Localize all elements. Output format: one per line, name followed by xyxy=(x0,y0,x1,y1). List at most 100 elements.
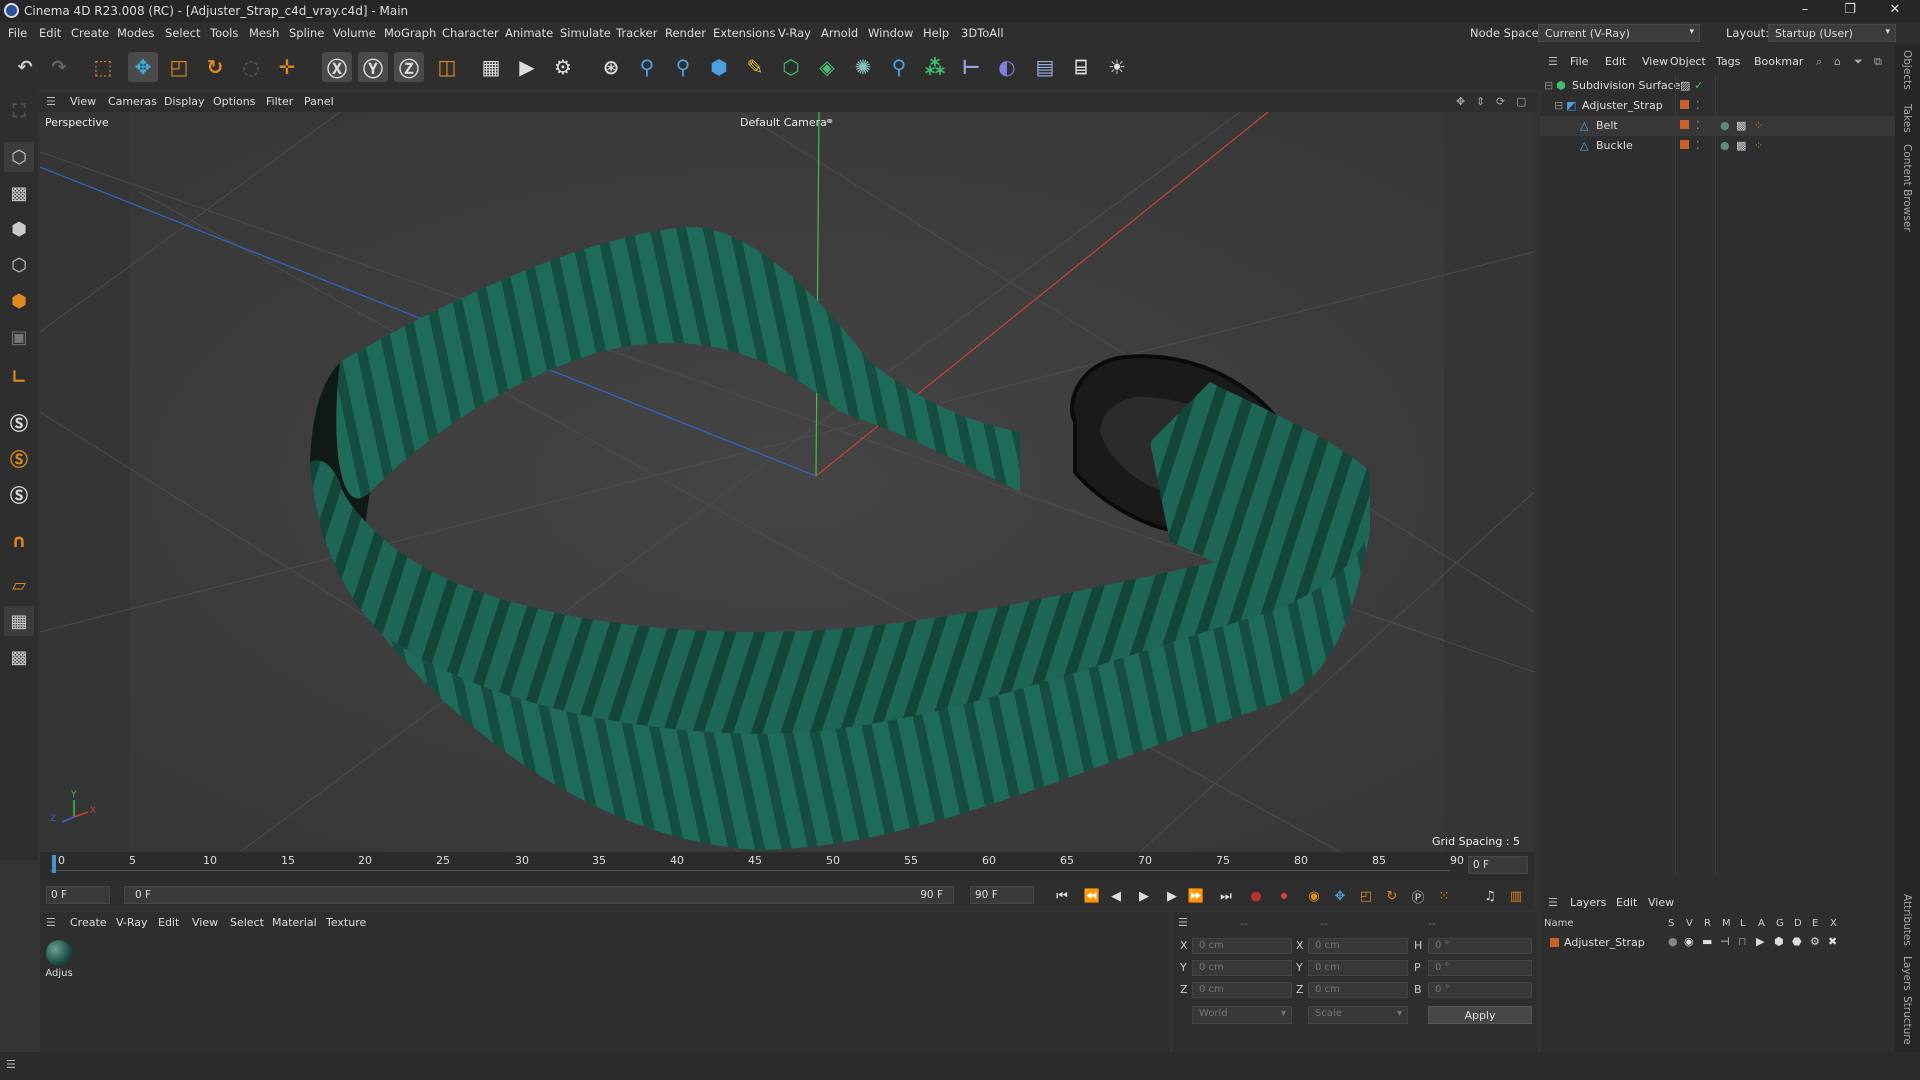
vp-menu-view[interactable]: View xyxy=(70,95,96,108)
z-axis-lock-icon[interactable]: Ⓩ xyxy=(394,52,424,82)
vp-menu-options[interactable]: Options xyxy=(213,95,255,108)
lasso-icon[interactable]: ◌ xyxy=(236,52,266,82)
tab-content-browser[interactable]: Content Browser xyxy=(1901,144,1913,232)
hamburger-icon[interactable]: ☰ xyxy=(1548,55,1558,68)
enabled-check-icon[interactable]: ✓ xyxy=(1694,79,1703,92)
menu-create[interactable]: Create xyxy=(71,26,109,40)
expression-icon[interactable]: ⚙ xyxy=(1810,935,1820,948)
vray-tag-icon[interactable]: ⁘ xyxy=(1754,119,1763,132)
mat-menu-texture[interactable]: Texture xyxy=(326,916,366,929)
record-icon[interactable]: ● xyxy=(1246,886,1266,906)
vp-menu-cameras[interactable]: Cameras xyxy=(108,95,157,108)
deformer-icon[interactable]: ⬣ xyxy=(1792,935,1802,948)
generator-icon[interactable]: ⬢ xyxy=(1774,935,1784,948)
apply-button[interactable]: Apply xyxy=(1428,1006,1532,1024)
camera-icon[interactable]: ⌸ xyxy=(1066,52,1096,82)
minimize-button[interactable]: – xyxy=(1790,2,1820,17)
mat-menu-edit[interactable]: Edit xyxy=(158,916,179,929)
hamburger-icon[interactable]: ☰ xyxy=(1178,916,1188,929)
points-mode-icon[interactable]: ⬢ xyxy=(4,214,34,244)
render-settings-icon[interactable]: ⚙ xyxy=(548,52,578,82)
animation-icon[interactable]: ▶ xyxy=(1756,935,1764,948)
object-row[interactable]: △ Buckle ⁚ ● ▩ ⁘ xyxy=(1540,136,1895,156)
layer-color-swatch[interactable] xyxy=(1550,937,1559,950)
hamburger-icon[interactable]: ☰ xyxy=(46,95,56,108)
subdivision-icon[interactable]: ⬡ xyxy=(776,52,806,82)
axis-mode-icon[interactable]: ∟ xyxy=(4,362,34,392)
maximize-button[interactable]: ❐ xyxy=(1835,2,1865,17)
tab-objects[interactable]: Objects xyxy=(1901,50,1913,90)
measure-icon[interactable]: ⊢ xyxy=(956,52,986,82)
texture-mode-icon[interactable]: ▩ xyxy=(4,178,34,208)
y-axis-lock-icon[interactable]: Ⓨ xyxy=(358,52,388,82)
menu-render[interactable]: Render xyxy=(665,26,706,40)
uv-mode-icon[interactable]: ▣ xyxy=(4,322,34,352)
obj-menu-file[interactable]: File xyxy=(1570,55,1588,68)
vray-icon[interactable]: ⊛ xyxy=(596,52,626,82)
snap-magnet-icon[interactable]: ∩ xyxy=(4,526,34,556)
layer-menu-edit[interactable]: Edit xyxy=(1616,896,1637,909)
rot-b-field[interactable]: 0 ° xyxy=(1428,982,1532,998)
coordinate-space-dropdown[interactable]: World ▾ xyxy=(1192,1006,1292,1024)
deformer-icon[interactable]: ⚲ xyxy=(884,52,914,82)
obj-menu-tags[interactable]: Tags xyxy=(1716,55,1740,68)
size-mode-dropdown[interactable]: Scale ▾ xyxy=(1308,1006,1408,1024)
position-key-icon[interactable]: ✥ xyxy=(1330,886,1350,906)
obj-menu-view[interactable]: View xyxy=(1642,55,1668,68)
obj-menu-edit[interactable]: Edit xyxy=(1605,55,1626,68)
collapse-icon[interactable]: ⊟ xyxy=(1544,79,1553,92)
size-z-field[interactable]: 0 cm xyxy=(1308,982,1408,998)
xref-icon[interactable]: ✖ xyxy=(1828,935,1837,948)
layer-color-icon[interactable] xyxy=(1680,99,1689,112)
menu-edit[interactable]: Edit xyxy=(39,26,61,40)
hamburger-icon[interactable]: ☰ xyxy=(6,1058,16,1071)
pen-icon[interactable]: ✎ xyxy=(740,52,770,82)
filter-icon[interactable]: ⏷ xyxy=(1854,55,1863,69)
size-y-field[interactable]: 0 cm xyxy=(1308,960,1408,976)
x-axis-lock-icon[interactable]: Ⓧ xyxy=(322,52,352,82)
visibility-dots-icon[interactable]: ⁚ xyxy=(1696,99,1700,112)
menu-window[interactable]: Window xyxy=(868,26,913,40)
layer-row[interactable]: Adjuster_Strap ● ◉ ▬ ⊣ ⊓ ▶ ⬢ ⬣ ⚙ ✖ xyxy=(1540,934,1895,952)
menu-volume[interactable]: Volume xyxy=(333,26,376,40)
mograph-icon[interactable]: ✺ xyxy=(848,52,878,82)
material-tag-icon[interactable]: ● xyxy=(1720,139,1730,152)
vp-menu-filter[interactable]: Filter xyxy=(266,95,293,108)
edit-visibility-icon[interactable]: ▨ xyxy=(1680,79,1690,92)
locked-workplane-icon[interactable]: ▩ xyxy=(4,642,34,672)
menu-animate[interactable]: Animate xyxy=(505,26,553,40)
timeline-ruler[interactable]: 0 5 10 15 20 25 30 35 40 45 50 55 60 65 … xyxy=(40,852,1534,880)
menu-help[interactable]: Help xyxy=(923,26,949,40)
tab-attributes[interactable]: Attributes xyxy=(1901,894,1913,946)
cube-icon[interactable]: ⬢ xyxy=(704,52,734,82)
node-space-dropdown[interactable]: Current (V-Ray) ▾ xyxy=(1538,24,1700,42)
field-icon[interactable]: ◐ xyxy=(992,52,1022,82)
new-window-icon[interactable]: ⧉ xyxy=(1874,55,1882,69)
step-forward-icon[interactable]: ▶ xyxy=(1162,886,1182,906)
mat-menu-view[interactable]: View xyxy=(192,916,218,929)
tab-layers[interactable]: Layers xyxy=(1901,956,1913,991)
visibility-dots-icon[interactable]: ⁚ xyxy=(1696,139,1700,152)
go-to-previous-key-icon[interactable]: ⏪ xyxy=(1082,886,1102,906)
light-icon[interactable]: ☀ xyxy=(1102,52,1132,82)
model-mode-icon[interactable]: ⬡ xyxy=(4,142,34,172)
menu-tracker[interactable]: Tracker xyxy=(616,26,658,40)
mat-menu-select[interactable]: Select xyxy=(230,916,264,929)
scale-key-icon[interactable]: ◰ xyxy=(1356,886,1376,906)
vp-menu-display[interactable]: Display xyxy=(164,95,205,108)
grid-icon[interactable]: ▦ xyxy=(4,606,34,636)
material-tag-icon[interactable]: ● xyxy=(1720,119,1730,132)
scale-tool-icon[interactable]: ◰ xyxy=(164,52,194,82)
collapse-icon[interactable]: ⊟ xyxy=(1554,99,1563,112)
search-icon[interactable]: ⌕ xyxy=(1816,55,1822,69)
move-tool-icon[interactable]: ✥ xyxy=(128,52,158,82)
menu-tools[interactable]: Tools xyxy=(210,26,238,40)
render-region-icon[interactable]: ▦ xyxy=(476,52,506,82)
step-back-icon[interactable]: ◀ xyxy=(1106,886,1126,906)
rot-p-field[interactable]: 0 ° xyxy=(1428,960,1532,976)
undo-icon[interactable]: ↶ xyxy=(10,52,40,82)
frame-range-slider[interactable]: 0 F 90 F xyxy=(124,886,954,904)
rotate-tool-icon[interactable]: ↻ xyxy=(200,52,230,82)
floor-icon[interactable]: ▤ xyxy=(1030,52,1060,82)
obj-menu-object[interactable]: Object xyxy=(1670,55,1706,68)
